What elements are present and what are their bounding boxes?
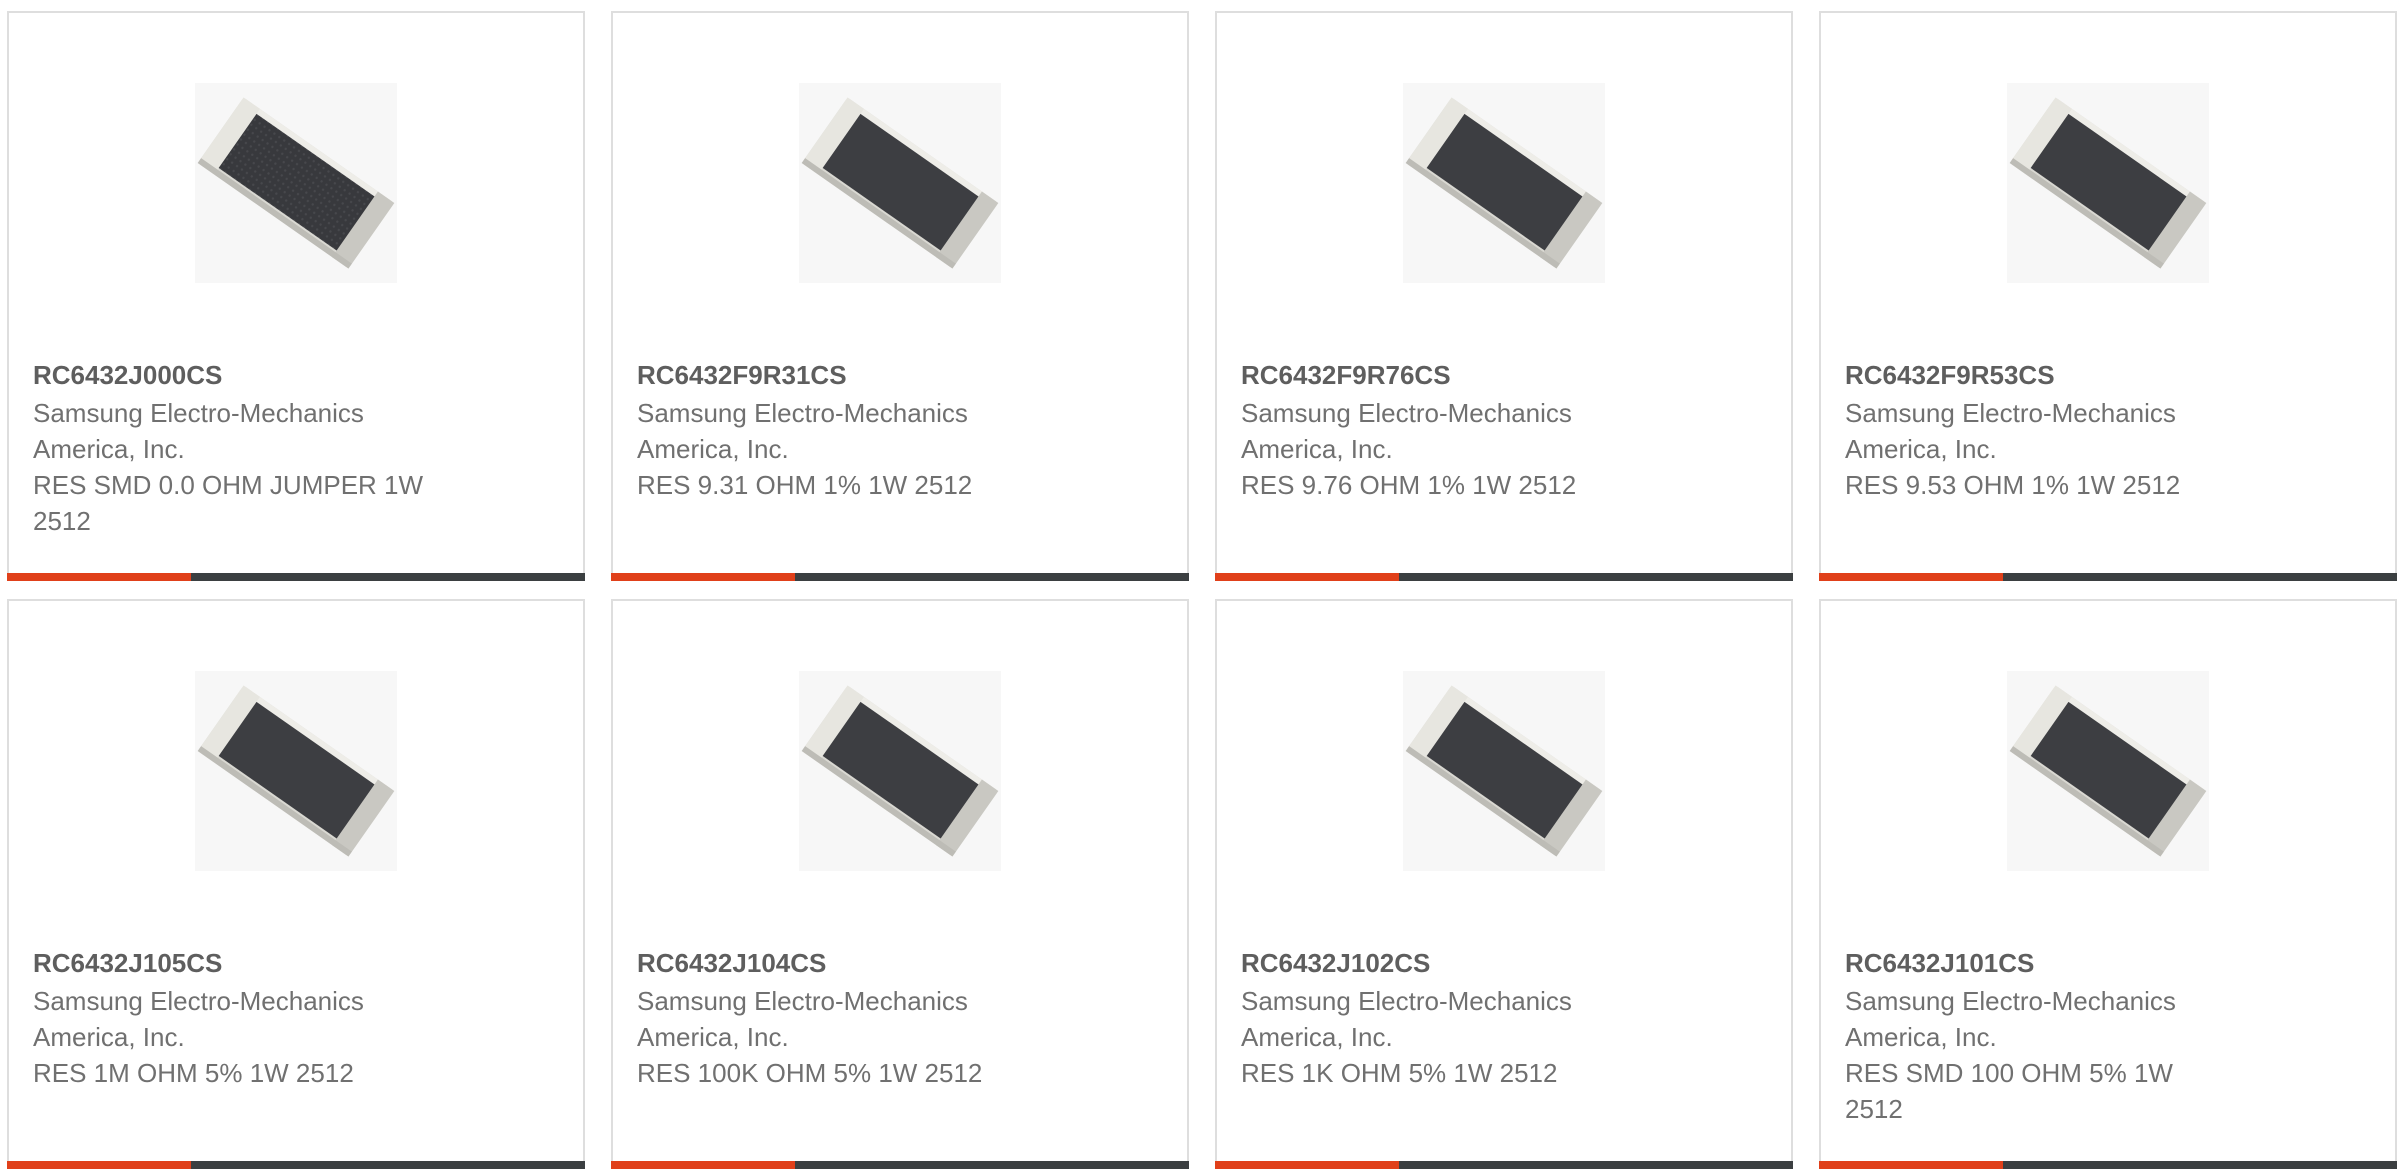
manufacturer-name: Samsung Electro-Mechanics — [637, 398, 968, 428]
card-footer-bar — [1819, 573, 2397, 581]
product-card[interactable]: RC6432J102CS Samsung Electro-Mechanics A… — [1215, 599, 1793, 1169]
card-accent-bar — [611, 1161, 795, 1169]
card-footer-bar — [1215, 1161, 1793, 1169]
smd-resistor-image[interactable] — [799, 671, 1001, 871]
smd-resistor-image[interactable] — [1403, 671, 1605, 871]
product-card[interactable]: RC6432J104CS Samsung Electro-Mechanics A… — [611, 599, 1189, 1169]
part-number[interactable]: RC6432F9R53CS — [1845, 357, 2285, 393]
card-accent-bar — [1215, 1161, 1399, 1169]
part-number[interactable]: RC6432J101CS — [1845, 945, 2285, 981]
part-number[interactable]: RC6432J105CS — [33, 945, 473, 981]
part-number[interactable]: RC6432F9R76CS — [1241, 357, 1681, 393]
manufacturer-name-cont: America, Inc. — [33, 1022, 185, 1052]
product-description: RES 9.76 OHM 1% 1W 2512 — [1241, 470, 1577, 500]
product-info: RC6432J000CS Samsung Electro-Mechanics A… — [33, 357, 473, 539]
manufacturer-name-cont: America, Inc. — [1241, 1022, 1393, 1052]
smd-resistor-image[interactable] — [2007, 671, 2209, 871]
card-accent-bar — [7, 573, 191, 581]
product-info: RC6432J102CS Samsung Electro-Mechanics A… — [1241, 945, 1681, 1091]
product-grid: RC6432J000CS Samsung Electro-Mechanics A… — [7, 11, 2397, 1169]
card-footer-bar — [1215, 573, 1793, 581]
card-footer-bar — [7, 573, 585, 581]
product-info: RC6432F9R76CS Samsung Electro-Mechanics … — [1241, 357, 1681, 503]
manufacturer-name-cont: America, Inc. — [33, 434, 185, 464]
product-info: RC6432F9R53CS Samsung Electro-Mechanics … — [1845, 357, 2285, 503]
manufacturer-name: Samsung Electro-Mechanics — [1241, 986, 1572, 1016]
manufacturer-name: Samsung Electro-Mechanics — [1241, 398, 1572, 428]
product-info: RC6432J104CS Samsung Electro-Mechanics A… — [637, 945, 1077, 1091]
card-footer-bar — [1819, 1161, 2397, 1169]
card-footer-bar — [611, 1161, 1189, 1169]
product-card[interactable]: RC6432J101CS Samsung Electro-Mechanics A… — [1819, 599, 2397, 1169]
manufacturer-name: Samsung Electro-Mechanics — [33, 398, 364, 428]
manufacturer-name-cont: America, Inc. — [1845, 1022, 1997, 1052]
product-card[interactable]: RC6432J000CS Samsung Electro-Mechanics A… — [7, 11, 585, 581]
card-accent-bar — [1819, 1161, 2003, 1169]
card-accent-bar — [1215, 573, 1399, 581]
smd-resistor-image[interactable] — [195, 83, 397, 283]
manufacturer-name-cont: America, Inc. — [1845, 434, 1997, 464]
smd-resistor-image[interactable] — [799, 83, 1001, 283]
manufacturer-name-cont: America, Inc. — [637, 1022, 789, 1052]
card-footer-bar — [611, 573, 1189, 581]
product-description: RES 1M OHM 5% 1W 2512 — [33, 1058, 354, 1088]
part-number[interactable]: RC6432J000CS — [33, 357, 473, 393]
part-number[interactable]: RC6432J102CS — [1241, 945, 1681, 981]
part-number[interactable]: RC6432F9R31CS — [637, 357, 1077, 393]
product-card[interactable]: RC6432F9R76CS Samsung Electro-Mechanics … — [1215, 11, 1793, 581]
manufacturer-name-cont: America, Inc. — [637, 434, 789, 464]
product-info: RC6432J105CS Samsung Electro-Mechanics A… — [33, 945, 473, 1091]
product-card[interactable]: RC6432J105CS Samsung Electro-Mechanics A… — [7, 599, 585, 1169]
product-info: RC6432F9R31CS Samsung Electro-Mechanics … — [637, 357, 1077, 503]
product-description: RES 100K OHM 5% 1W 2512 — [637, 1058, 983, 1088]
product-info: RC6432J101CS Samsung Electro-Mechanics A… — [1845, 945, 2285, 1127]
product-description: RES 1K OHM 5% 1W 2512 — [1241, 1058, 1558, 1088]
manufacturer-name: Samsung Electro-Mechanics — [637, 986, 968, 1016]
card-accent-bar — [1819, 573, 2003, 581]
manufacturer-name: Samsung Electro-Mechanics — [1845, 398, 2176, 428]
card-accent-bar — [611, 573, 795, 581]
product-description: RES 9.31 OHM 1% 1W 2512 — [637, 470, 973, 500]
part-number[interactable]: RC6432J104CS — [637, 945, 1077, 981]
product-description: RES SMD 0.0 OHM JUMPER 1W — [33, 470, 424, 500]
manufacturer-name: Samsung Electro-Mechanics — [1845, 986, 2176, 1016]
card-accent-bar — [7, 1161, 191, 1169]
card-footer-bar — [7, 1161, 585, 1169]
manufacturer-name-cont: America, Inc. — [1241, 434, 1393, 464]
smd-resistor-image[interactable] — [1403, 83, 1605, 283]
product-description-cont: 2512 — [1845, 1094, 1903, 1124]
manufacturer-name: Samsung Electro-Mechanics — [33, 986, 364, 1016]
product-description: RES 9.53 OHM 1% 1W 2512 — [1845, 470, 2181, 500]
smd-resistor-image[interactable] — [2007, 83, 2209, 283]
product-description: RES SMD 100 OHM 5% 1W — [1845, 1058, 2173, 1088]
product-card[interactable]: RC6432F9R31CS Samsung Electro-Mechanics … — [611, 11, 1189, 581]
smd-resistor-image[interactable] — [195, 671, 397, 871]
product-card[interactable]: RC6432F9R53CS Samsung Electro-Mechanics … — [1819, 11, 2397, 581]
product-description-cont: 2512 — [33, 506, 91, 536]
